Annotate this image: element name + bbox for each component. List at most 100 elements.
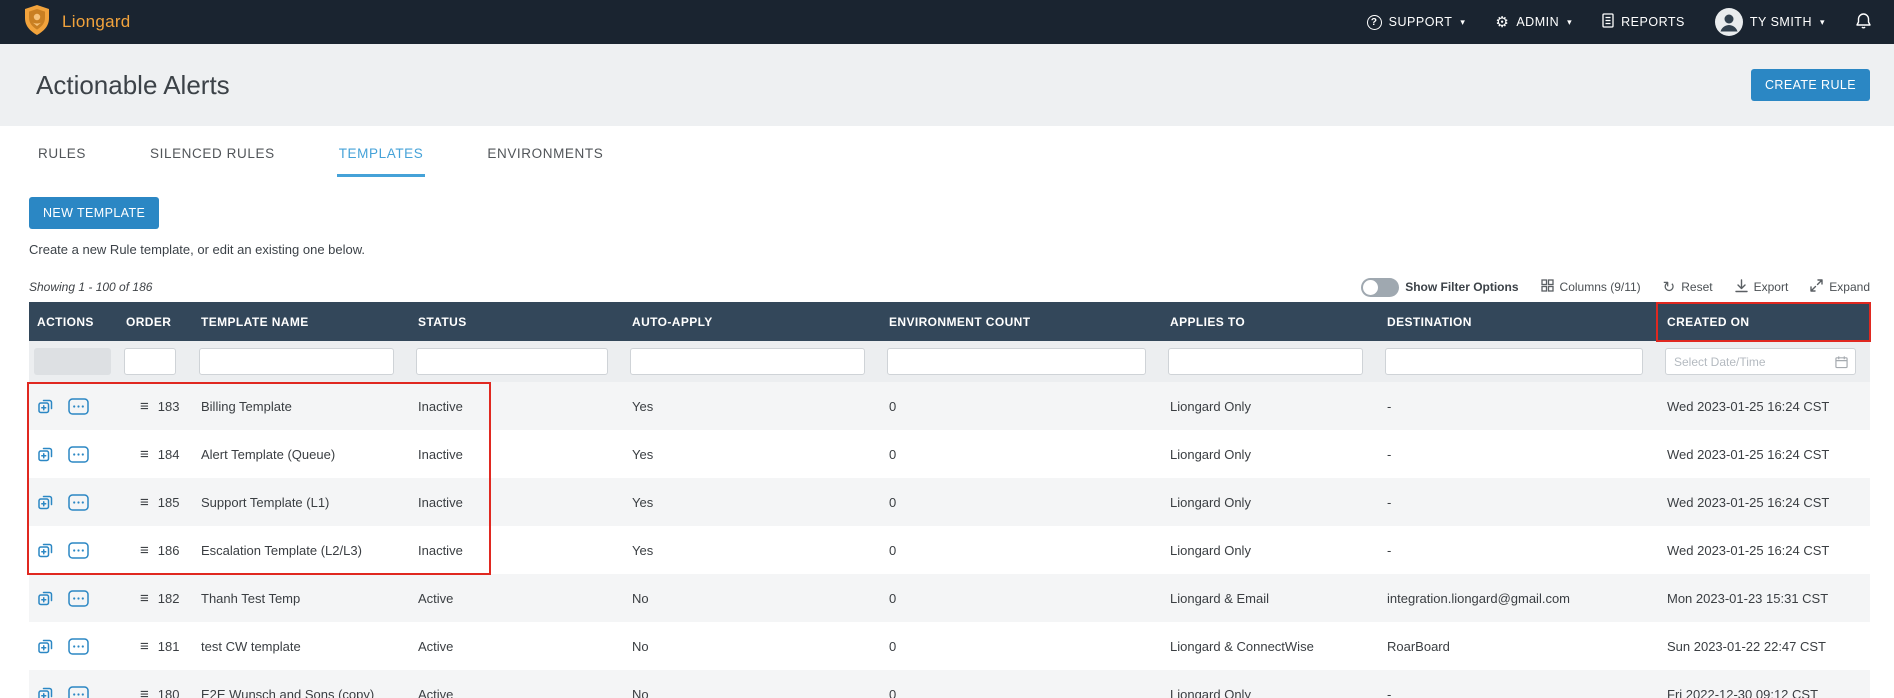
copy-template-button[interactable] [37, 397, 55, 415]
applies-to-cell: Liongard Only [1170, 686, 1251, 698]
expand-button[interactable]: Expand [1810, 279, 1870, 295]
table-row[interactable]: ≡ 184 Alert Template (Queue) Inactive Ye… [29, 430, 1870, 478]
header-applies-to[interactable]: APPLIES TO [1160, 315, 1377, 329]
order-cell: ≡ 182 [116, 590, 191, 607]
row-options-button[interactable] [68, 445, 89, 463]
status-cell: Inactive [418, 446, 463, 462]
tab-rules[interactable]: RULES [36, 146, 88, 177]
header-actions[interactable]: ACTIONS [29, 315, 116, 329]
order-filter-input[interactable] [124, 348, 176, 375]
header-destination[interactable]: DESTINATION [1377, 315, 1657, 329]
templates-table: ACTIONS ORDER TEMPLATE NAME STATUS AUTO-… [29, 302, 1870, 698]
page: Liongard ? SUPPORT ▾ ⚙ ADMIN ▾ REPORTS T… [0, 0, 1894, 698]
copy-template-button[interactable] [37, 445, 55, 463]
order-cell: ≡ 186 [116, 542, 191, 559]
export-label: Export [1753, 280, 1789, 294]
top-nav-menu: ? SUPPORT ▾ ⚙ ADMIN ▾ REPORTS TY SMITH ▾ [1366, 8, 1872, 36]
destination-cell: RoarBoard [1387, 638, 1450, 654]
header-template-name[interactable]: TEMPLATE NAME [191, 315, 408, 329]
order-value: 183 [157, 398, 180, 414]
applies-to-filter-input[interactable] [1168, 348, 1363, 375]
order-cell: ≡ 181 [116, 638, 191, 655]
template-name-filter-input[interactable] [199, 348, 394, 375]
table-row[interactable]: ≡ 185 Support Template (L1) Inactive Yes… [29, 478, 1870, 526]
avatar [1714, 8, 1743, 36]
columns-button[interactable]: Columns (9/11) [1540, 279, 1641, 295]
reports-menu[interactable]: REPORTS [1602, 13, 1685, 31]
header-auto-apply[interactable]: AUTO-APPLY [622, 315, 879, 329]
applies-to-cell: Liongard Only [1170, 446, 1251, 462]
environment-count-filter-input[interactable] [887, 348, 1146, 375]
brand-name: Liongard [62, 12, 131, 31]
status-cell: Inactive [418, 398, 463, 414]
show-filter-options-toggle[interactable]: Show Filter Options [1361, 277, 1519, 297]
copy-template-button[interactable] [37, 685, 55, 698]
header-created-on[interactable]: CREATED ON [1657, 315, 1870, 329]
created-on-cell: Wed 2023-01-25 16:24 CST [1667, 494, 1830, 510]
auto-apply-cell: Yes [632, 542, 654, 558]
tab-environments[interactable]: ENVIRONMENTS [485, 146, 605, 177]
drag-handle-icon[interactable]: ≡ [140, 542, 149, 559]
row-options-button[interactable] [68, 685, 89, 698]
reset-button[interactable]: ↻ Reset [1663, 280, 1713, 295]
status-cell: Active [418, 686, 454, 698]
copy-template-button[interactable] [37, 541, 55, 559]
created-on-cell: Mon 2023-01-23 15:31 CST [1667, 590, 1829, 606]
user-menu[interactable]: TY SMITH ▾ [1714, 8, 1825, 36]
order-value: 181 [157, 638, 180, 654]
table-row[interactable]: ≡ 181 test CW template Active No 0 Liong… [29, 622, 1870, 670]
support-label: SUPPORT [1388, 15, 1453, 29]
notifications-button[interactable] [1855, 12, 1872, 33]
table-row[interactable]: ≡ 186 Escalation Template (L2/L3) Inacti… [29, 526, 1870, 574]
destination-cell: integration.liongard@gmail.com [1387, 590, 1571, 606]
copy-template-button[interactable] [37, 493, 55, 511]
header-environment-count[interactable]: ENVIRONMENT COUNT [879, 315, 1160, 329]
report-icon [1602, 13, 1614, 31]
status-cell: Inactive [418, 542, 463, 558]
header-status[interactable]: STATUS [408, 315, 622, 329]
header-order[interactable]: ORDER [116, 315, 191, 329]
row-options-button[interactable] [68, 541, 89, 559]
auto-apply-cell: Yes [632, 398, 654, 414]
table-row[interactable]: ≡ 183 Billing Template Inactive Yes 0 Li… [29, 382, 1870, 430]
environment-count-cell: 0 [889, 398, 897, 414]
destination-filter-input[interactable] [1385, 348, 1643, 375]
auto-apply-filter-input[interactable] [630, 348, 865, 375]
drag-handle-icon[interactable]: ≡ [140, 590, 149, 607]
row-options-button[interactable] [68, 589, 89, 607]
new-template-button[interactable]: NEW TEMPLATE [29, 197, 160, 229]
copy-template-button[interactable] [37, 637, 55, 655]
reports-label: REPORTS [1621, 15, 1685, 29]
tab-silenced-rules[interactable]: SILENCED RULES [148, 146, 277, 177]
status-filter-input[interactable] [416, 348, 608, 375]
table-row[interactable]: ≡ 180 E2E Wunsch and Sons (copy) Active … [29, 670, 1870, 698]
drag-handle-icon[interactable]: ≡ [140, 398, 149, 415]
download-icon [1734, 278, 1748, 296]
create-rule-button[interactable]: CREATE RULE [1751, 69, 1870, 101]
drag-handle-icon[interactable]: ≡ [140, 446, 149, 463]
tab-templates[interactable]: TEMPLATES [336, 146, 426, 177]
bell-icon [1855, 12, 1872, 33]
row-options-button[interactable] [68, 493, 89, 511]
export-button[interactable]: Export [1734, 278, 1789, 296]
row-options-button[interactable] [68, 637, 89, 655]
row-options-button[interactable] [68, 397, 89, 415]
drag-handle-icon[interactable]: ≡ [140, 494, 149, 511]
created-on-filter-input[interactable] [1665, 348, 1856, 375]
status-cell: Active [418, 590, 454, 606]
chevron-down-icon: ▾ [1460, 16, 1466, 27]
columns-grid-icon [1540, 279, 1554, 295]
brand[interactable]: Liongard [22, 4, 131, 41]
tab-bar: RULES SILENCED RULES TEMPLATES ENVIRONME… [0, 146, 1894, 177]
top-nav: Liongard ? SUPPORT ▾ ⚙ ADMIN ▾ REPORTS T… [0, 0, 1894, 44]
copy-template-button[interactable] [37, 589, 55, 607]
auto-apply-cell: No [632, 686, 649, 698]
support-menu[interactable]: ? SUPPORT ▾ [1366, 14, 1466, 30]
drag-handle-icon[interactable]: ≡ [140, 686, 149, 698]
admin-menu[interactable]: ⚙ ADMIN ▾ [1495, 15, 1572, 30]
order-value: 186 [157, 542, 180, 558]
table-row[interactable]: ≡ 182 Thanh Test Temp Active No 0 Lionga… [29, 574, 1870, 622]
order-value: 182 [157, 590, 180, 606]
toggle-switch[interactable] [1361, 277, 1400, 297]
drag-handle-icon[interactable]: ≡ [140, 638, 149, 655]
